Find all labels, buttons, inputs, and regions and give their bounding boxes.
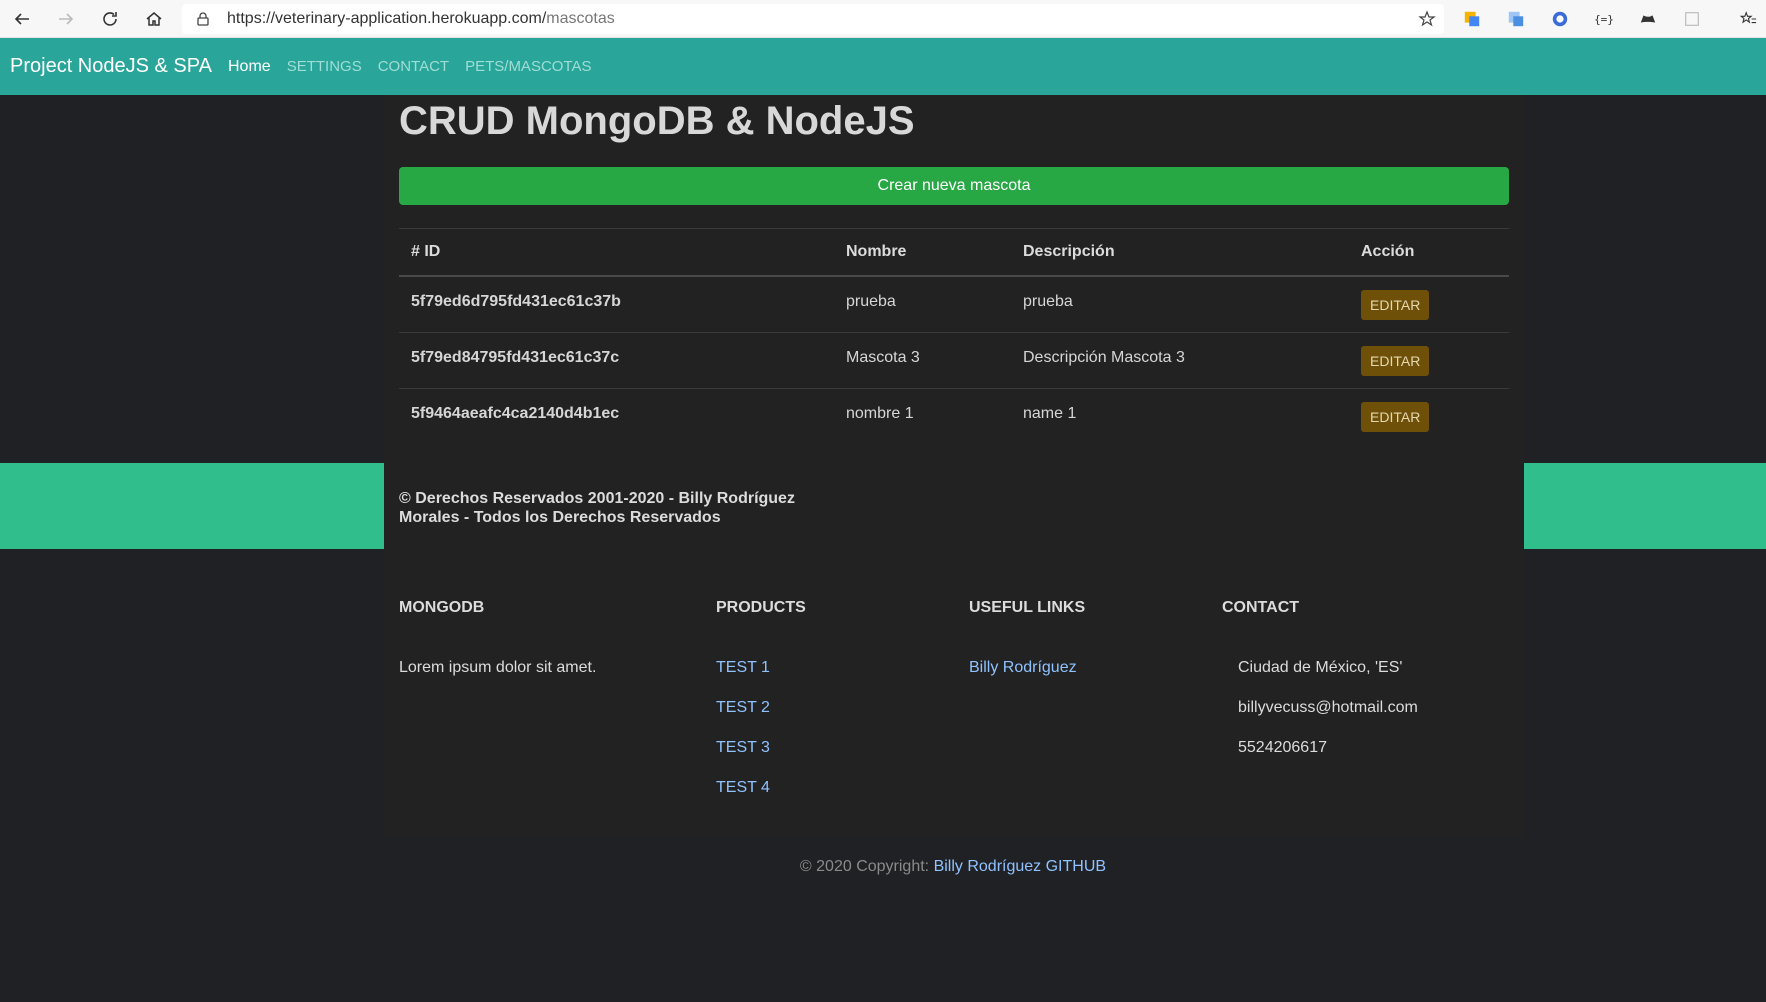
translate-page-icon[interactable] [1506, 9, 1526, 29]
footer-heading-contact: CONTACT [1222, 599, 1300, 616]
table-row: 5f9464aeafc4ca2140d4b1ec nombre 1 name 1… [399, 389, 1509, 445]
footer-contact-phone: 5524206617 [1238, 739, 1327, 756]
nav-link-pets[interactable]: PETS/MASCOTAS [465, 58, 591, 76]
cell-nombre: prueba [846, 292, 896, 310]
page-title: CRUD MongoDB & NodeJS [399, 99, 915, 143]
header-id: # ID [411, 243, 441, 260]
back-icon[interactable] [8, 5, 36, 33]
edit-button[interactable]: EDITAR [1361, 402, 1430, 432]
brand-logo[interactable]: Project NodeJS & SPA [10, 55, 212, 78]
copyright-text: © Derechos Reservados 2001-2020 - Billy … [399, 490, 795, 526]
browser-toolbar: https://veterinary-application.herokuapp… [0, 0, 1766, 38]
hat-extension-icon[interactable] [1638, 9, 1658, 29]
cell-id: 5f9464aeafc4ca2140d4b1ec [411, 405, 620, 422]
copyright-box: © Derechos Reservados 2001-2020 - Billy … [384, 463, 1524, 549]
extension-circle-icon[interactable] [1550, 9, 1570, 29]
bottom-copyright-prefix: © 2020 Copyright: [799, 858, 934, 875]
home-icon[interactable] [140, 5, 168, 33]
url-text: https://veterinary-application.herokuapp… [227, 10, 615, 27]
nav-link-settings[interactable]: SETTINGS [287, 58, 362, 76]
footer-contact-address: Ciudad de México, 'ES' [1238, 659, 1403, 676]
header-accion: Acción [1361, 243, 1415, 260]
footer-product-link[interactable]: TEST 4 [716, 779, 770, 797]
site-navbar: Project NodeJS & SPA Home SETTINGS CONTA… [0, 38, 1766, 95]
footer-mongodb-text: Lorem ipsum dolor sit amet. [399, 659, 597, 676]
cell-nombre: nombre 1 [846, 405, 914, 422]
footer-useful-link[interactable]: Billy Rodríguez [969, 659, 1077, 677]
cell-nombre: Mascota 3 [846, 348, 920, 366]
nav-links: Home SETTINGS CONTACT PETS/MASCOTAS [228, 58, 592, 76]
cell-descripcion: name 1 [1023, 405, 1077, 422]
github-link[interactable]: Billy Rodríguez GITHUB [934, 858, 1107, 875]
cell-id: 5f79ed84795fd431ec61c37c [411, 348, 620, 366]
grid-extension-icon[interactable] [1682, 9, 1702, 29]
nav-link-contact[interactable]: CONTACT [378, 58, 449, 76]
cell-descripcion: Descripción Mascota 3 [1023, 348, 1185, 366]
lock-icon [197, 12, 209, 26]
footer-heading-products: PRODUCTS [716, 599, 806, 616]
forward-icon[interactable] [52, 5, 80, 33]
footer-product-link[interactable]: TEST 3 [716, 739, 770, 757]
table-row: 5f79ed6d795fd431ec61c37b prueba prueba E… [399, 277, 1509, 333]
table-row: 5f79ed84795fd431ec61c37c Mascota 3 Descr… [399, 333, 1509, 389]
footer-product-link[interactable]: TEST 2 [716, 699, 770, 717]
json-extension-icon[interactable]: {=} [1594, 9, 1614, 29]
favorite-star-icon[interactable] [1418, 10, 1436, 28]
footer-heading-useful-links: USEFUL LINKS [969, 599, 1086, 616]
footer-heading-mongodb: MONGODB [399, 599, 485, 616]
create-pet-button[interactable]: Crear nueva mascota [399, 167, 1509, 205]
footer: MONGODB Lorem ipsum dolor sit amet. PROD… [384, 549, 1524, 837]
cell-descripcion: prueba [1023, 292, 1073, 310]
reload-icon[interactable] [96, 5, 124, 33]
address-bar[interactable]: https://veterinary-application.herokuapp… [182, 4, 1444, 34]
nav-link-home[interactable]: Home [228, 58, 271, 76]
header-nombre: Nombre [846, 243, 907, 260]
edit-button[interactable]: EDITAR [1361, 345, 1430, 376]
pets-table: # ID Nombre Descripción Acción 5f79ed6d7… [399, 228, 1509, 445]
footer-contact-email: billyvecuss@hotmail.com [1238, 699, 1418, 716]
footer-product-link[interactable]: TEST 1 [716, 659, 770, 677]
favorites-list-icon[interactable] [1738, 9, 1758, 29]
bottom-copyright: © 2020 Copyright: Billy Rodríguez GITHUB [0, 858, 1766, 876]
cell-id: 5f79ed6d795fd431ec61c37b [411, 292, 621, 310]
header-descripcion: Descripción [1023, 243, 1115, 260]
table-header: # ID Nombre Descripción Acción [399, 228, 1509, 277]
translate-extension-icon[interactable] [1462, 9, 1482, 29]
edit-button[interactable]: EDITAR [1361, 289, 1430, 320]
